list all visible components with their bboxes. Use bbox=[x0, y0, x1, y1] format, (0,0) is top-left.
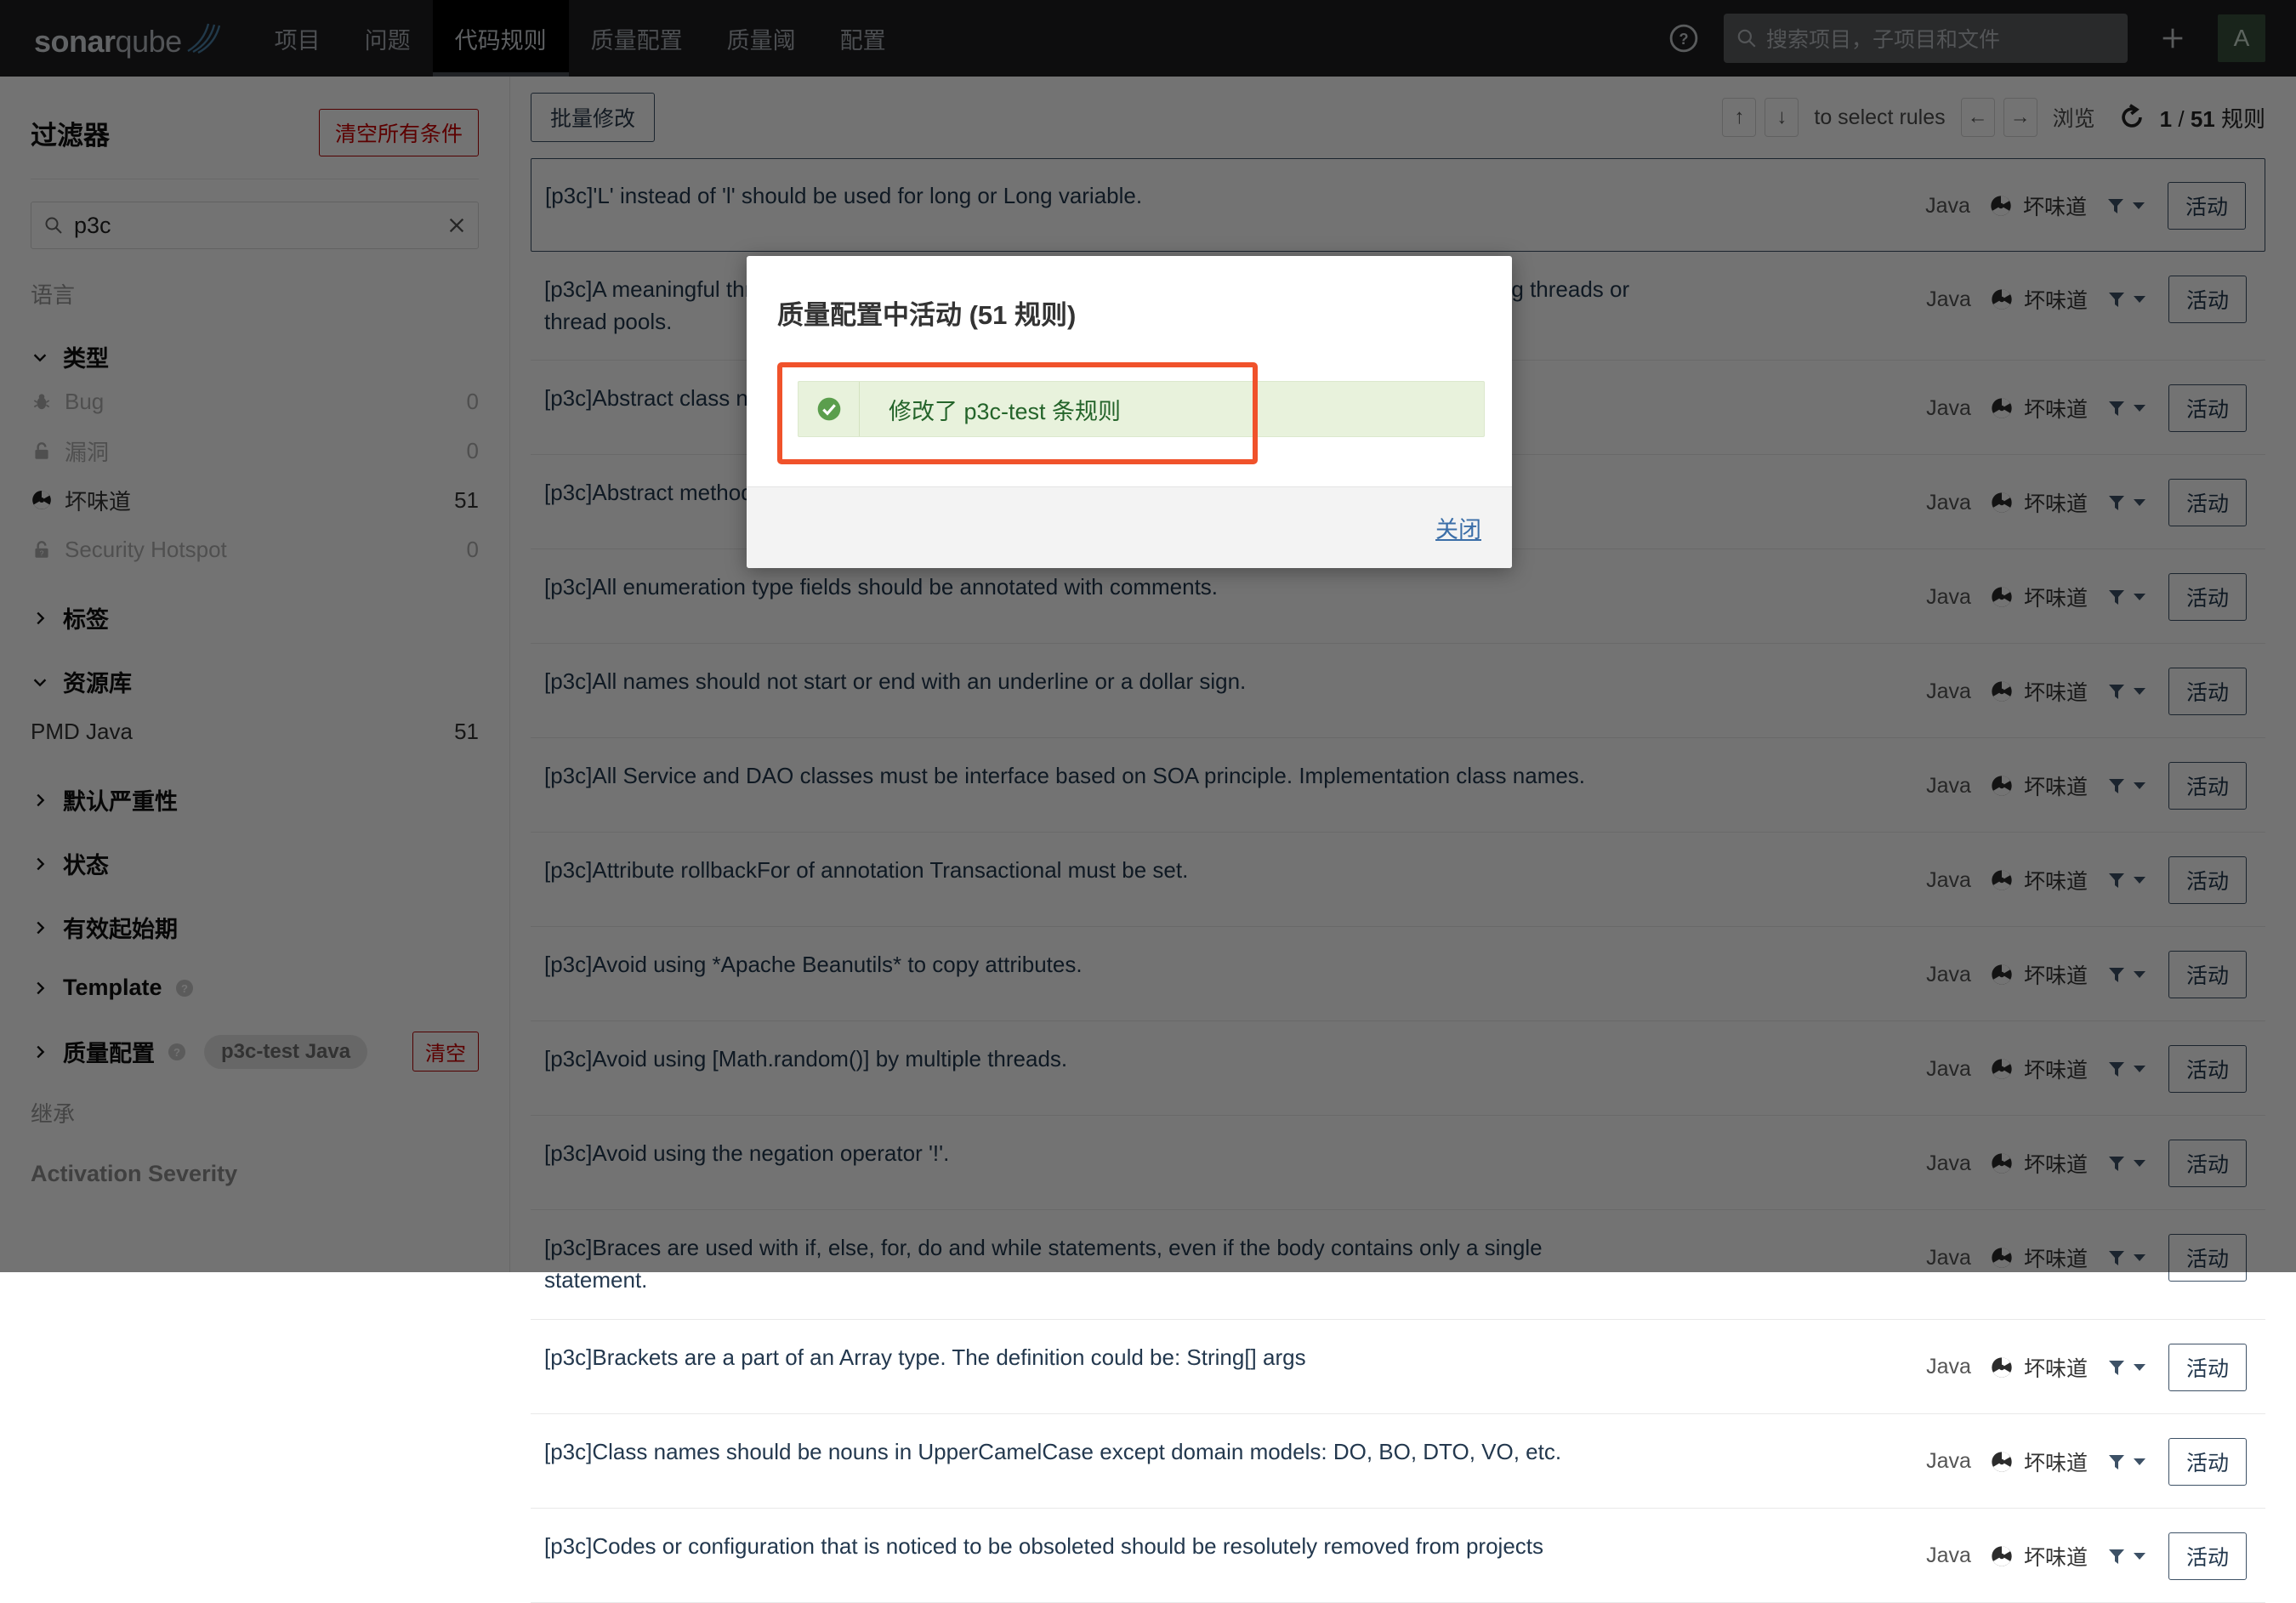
rule-language: Java bbox=[1926, 1355, 1971, 1379]
alert-area: 修改了 p3c-test 条规则 bbox=[777, 362, 1481, 464]
rule-language: Java bbox=[1926, 1543, 1971, 1568]
close-modal-link[interactable]: 关闭 bbox=[1435, 511, 1481, 544]
success-alert: 修改了 p3c-test 条规则 bbox=[798, 381, 1485, 437]
rule-title[interactable]: [p3c]Class names should be nouns in Uppe… bbox=[544, 1436, 1675, 1469]
code-smell-icon bbox=[1990, 1356, 2014, 1379]
modal-title: 质量配置中活动 (51 规则) bbox=[777, 293, 1481, 332]
rule-meta: Java 坏味道 活动 bbox=[1926, 1436, 2247, 1486]
table-row[interactable]: [p3c]Class names should be nouns in Uppe… bbox=[531, 1414, 2265, 1509]
rule-type: 坏味道 bbox=[2024, 1447, 2088, 1477]
code-smell-icon bbox=[1990, 1450, 2014, 1474]
rule-meta: Java 坏味道 活动 bbox=[1926, 1342, 2247, 1391]
rule-title[interactable]: [p3c]Brackets are a part of an Array typ… bbox=[544, 1342, 1675, 1374]
chevron-down-icon[interactable] bbox=[2133, 1458, 2146, 1466]
rule-title[interactable]: [p3c]Codes or configuration that is noti… bbox=[544, 1531, 1675, 1563]
rule-type: 坏味道 bbox=[2024, 1352, 2088, 1383]
chevron-down-icon[interactable] bbox=[2133, 1552, 2146, 1560]
activation-result-modal: 质量配置中活动 (51 规则) 修改了 p3c-test 条规则 关闭 bbox=[747, 256, 1512, 568]
activate-rule-button[interactable]: 活动 bbox=[2168, 1438, 2247, 1486]
code-smell-icon bbox=[1990, 1544, 2014, 1568]
activate-rule-button[interactable]: 活动 bbox=[2168, 1344, 2247, 1391]
modal-footer: 关闭 bbox=[747, 486, 1512, 568]
funnel-icon[interactable] bbox=[2106, 1546, 2127, 1566]
table-row[interactable]: [p3c]Codes or configuration that is noti… bbox=[531, 1509, 2265, 1603]
rule-meta: Java 坏味道 活动 bbox=[1926, 1531, 2247, 1580]
modal-body: 质量配置中活动 (51 规则) 修改了 p3c-test 条规则 bbox=[747, 256, 1512, 486]
success-alert-text: 修改了 p3c-test 条规则 bbox=[889, 393, 1121, 426]
rule-language: Java bbox=[1926, 1449, 1971, 1474]
chevron-down-icon[interactable] bbox=[2133, 1363, 2146, 1372]
funnel-icon[interactable] bbox=[2106, 1452, 2127, 1472]
table-row[interactable]: [p3c]Brackets are a part of an Array typ… bbox=[531, 1320, 2265, 1414]
check-circle-icon bbox=[816, 395, 843, 423]
rule-type: 坏味道 bbox=[2024, 1541, 2088, 1572]
success-alert-icon-bar bbox=[798, 382, 860, 436]
modal-overlay[interactable] bbox=[0, 0, 2296, 1272]
activate-rule-button[interactable]: 活动 bbox=[2168, 1532, 2247, 1580]
funnel-icon[interactable] bbox=[2106, 1357, 2127, 1378]
